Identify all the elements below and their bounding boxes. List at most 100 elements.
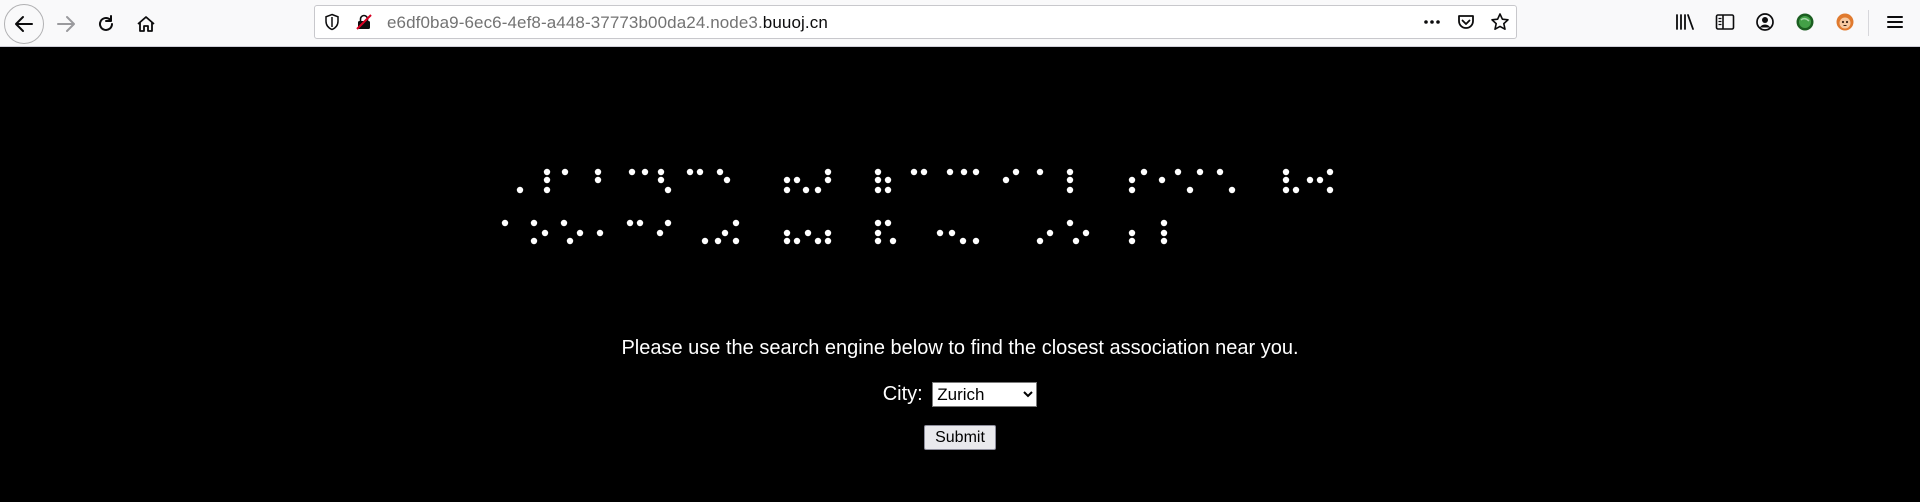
submit-row: Submit: [0, 425, 1920, 450]
braille-dot: [920, 168, 928, 176]
braille-dot: [628, 168, 636, 176]
braille-dot: [1196, 168, 1204, 176]
braille-dot: [596, 229, 604, 237]
braille-dot: [561, 168, 569, 176]
url-prefix: e6df0ba9-6ec6-4ef8-a448-37773b00da24.nod…: [387, 13, 763, 32]
braille-dot: [541, 229, 549, 237]
braille-dot: [1128, 229, 1136, 237]
braille-dot: [701, 237, 709, 245]
library-icon[interactable]: [1674, 11, 1696, 33]
braille-dot: [783, 229, 791, 237]
braille-dot: [874, 186, 882, 194]
braille-dot: [1082, 229, 1090, 237]
braille-dot: [641, 168, 649, 176]
back-arrow-icon: [13, 13, 35, 35]
braille-dot: [594, 176, 602, 184]
green-globe-extension-icon[interactable]: [1794, 11, 1816, 33]
city-select[interactable]: Zurich: [932, 382, 1038, 407]
braille-dot: [1160, 229, 1168, 237]
braille-dot: [1282, 168, 1290, 176]
account-icon[interactable]: [1754, 11, 1776, 33]
braille-dot: [543, 176, 551, 184]
braille-dot: [1140, 168, 1148, 176]
braille-dot: [1046, 229, 1054, 237]
braille-dot: [657, 176, 665, 184]
braille-dot: [566, 237, 574, 245]
braille-dot: [1012, 168, 1020, 176]
braille-dot: [721, 229, 729, 237]
braille-dot: [1072, 237, 1080, 245]
browser-toolbar: e6df0ba9-6ec6-4ef8-a448-37773b00da24.nod…: [0, 0, 1920, 47]
braille-dot: [824, 168, 832, 176]
braille-dot: [1282, 176, 1290, 184]
more-dots-icon[interactable]: [1421, 11, 1443, 33]
braille-dot: [516, 186, 524, 194]
braille-dot: [501, 219, 509, 227]
braille-dot: [657, 168, 665, 176]
braille-dot: [884, 176, 892, 184]
braille-dot: [1036, 237, 1044, 245]
braille-dot: [626, 219, 634, 227]
braille-dot: [804, 229, 812, 237]
url-domain: buuoj.cn: [762, 13, 828, 32]
braille-dot: [1282, 186, 1290, 194]
braille-dot: [560, 219, 568, 227]
city-search-row: City: Zurich: [0, 382, 1920, 407]
hamburger-menu-icon[interactable]: [1884, 11, 1906, 33]
braille-dot: [1306, 176, 1314, 184]
braille-dot: [814, 237, 822, 245]
braille-dot: [783, 186, 791, 194]
reload-button[interactable]: [86, 4, 126, 44]
braille-dot: [889, 237, 897, 245]
braille-dot: [972, 168, 980, 176]
braille-dot: [884, 186, 892, 194]
braille-dot: [874, 229, 882, 237]
back-button[interactable]: [4, 4, 44, 44]
braille-dot: [1174, 168, 1182, 176]
braille-dot: [1216, 168, 1224, 176]
page-content: Please use the search engine below to fi…: [0, 47, 1920, 502]
intro-text: Please use the search engine below to fi…: [621, 337, 1299, 359]
url-bar[interactable]: e6df0ba9-6ec6-4ef8-a448-37773b00da24.nod…: [314, 5, 1517, 39]
braille-dot: [1160, 237, 1168, 245]
braille-dot: [636, 219, 644, 227]
braille-dot: [543, 168, 551, 176]
tracking-protection-shield-icon[interactable]: [321, 11, 343, 33]
braille-dot: [874, 168, 882, 176]
star-icon[interactable]: [1489, 11, 1511, 33]
braille-dot: [1066, 168, 1074, 176]
braille-dot: [664, 186, 672, 194]
sidebar-icon[interactable]: [1714, 11, 1736, 33]
insecure-connection-icon[interactable]: [353, 11, 375, 33]
submit-button[interactable]: Submit: [924, 425, 996, 450]
home-button[interactable]: [126, 4, 166, 44]
braille-dot: [664, 219, 672, 227]
braille-dot: [1066, 176, 1074, 184]
braille-dot: [1128, 186, 1136, 194]
braille-dot: [656, 229, 664, 237]
braille-dot: [959, 237, 967, 245]
braille-dot: [1186, 186, 1194, 194]
braille-dot: [530, 219, 538, 227]
braille-dot: [686, 168, 694, 176]
braille-dot: [948, 229, 956, 237]
braille-dot: [960, 168, 968, 176]
braille-dot: [732, 237, 740, 245]
city-label: City:: [882, 383, 923, 405]
url-text[interactable]: e6df0ba9-6ec6-4ef8-a448-37773b00da24.nod…: [387, 13, 828, 33]
forward-button[interactable]: [46, 4, 86, 44]
braille-dot: [1326, 168, 1334, 176]
braille-dot: [543, 186, 551, 194]
braille-dot: [1228, 186, 1236, 194]
braille-dot: [824, 176, 832, 184]
forward-arrow-icon: [55, 13, 77, 35]
monkey-extension-icon[interactable]: [1834, 11, 1856, 33]
braille-dot: [814, 186, 822, 194]
braille-dot: [1158, 176, 1166, 184]
braille-dot: [910, 168, 918, 176]
braille-dot: [1066, 186, 1074, 194]
braille-dot: [972, 237, 980, 245]
pocket-icon[interactable]: [1455, 11, 1477, 33]
braille-dot: [793, 176, 801, 184]
reload-icon: [96, 14, 116, 34]
